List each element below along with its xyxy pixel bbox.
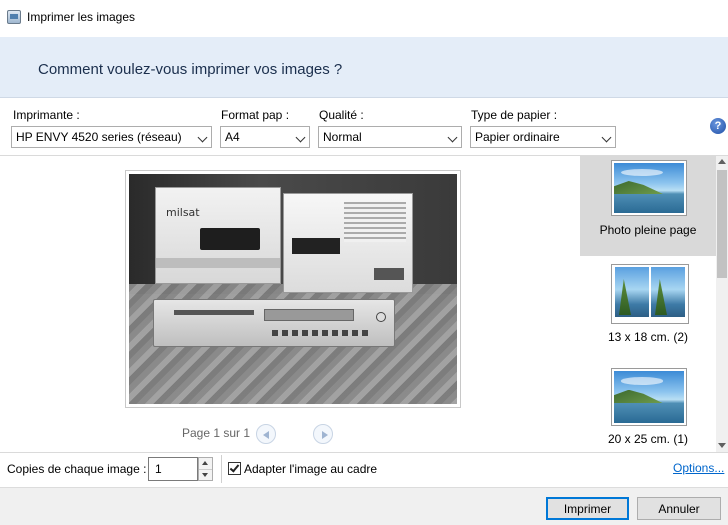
quality-select[interactable]: Normal: [318, 126, 462, 148]
chevron-down-icon: [601, 132, 612, 143]
printer-label: Imprimante :: [13, 108, 80, 122]
help-icon[interactable]: ?: [710, 118, 726, 134]
vcr-slot: [174, 310, 254, 315]
layout-thumbnail: [611, 368, 687, 426]
scroll-up-icon[interactable]: [718, 159, 726, 164]
photo-vcr: [153, 299, 395, 347]
layout-item-13x18[interactable]: 13 x 18 cm. (2): [580, 260, 716, 360]
portrait-thumb: [615, 267, 649, 317]
previous-page-icon: [263, 431, 269, 439]
paper-type-label: Type de papier :: [471, 108, 558, 122]
print-pictures-dialog: Imprimer les images Comment voulez-vous …: [0, 0, 728, 525]
title-bar: Imprimer les images: [0, 0, 728, 36]
paper-type-select-value: Papier ordinaire: [475, 130, 560, 144]
printer-select[interactable]: HP ENVY 4520 series (réseau): [11, 126, 212, 148]
print-preview: milsat: [125, 170, 461, 408]
window-title: Imprimer les images: [27, 10, 136, 24]
chevron-down-icon: [295, 132, 306, 143]
layout-thumbnail: [611, 160, 687, 216]
next-page-icon: [322, 431, 328, 439]
photo-text-block: [344, 202, 406, 242]
landscape-thumb: [614, 371, 684, 423]
print-button[interactable]: Imprimer: [546, 497, 629, 520]
photo-brand-text: milsat: [166, 206, 200, 219]
chevron-down-icon: [447, 132, 458, 143]
vcr-buttons: [272, 330, 368, 336]
header-band: Comment voulez-vous imprimer vos images …: [0, 37, 728, 98]
photo-device-2: [292, 238, 340, 254]
layout-item-full-page[interactable]: Photo pleine page: [580, 156, 716, 256]
layout-thumbnail: [611, 264, 689, 324]
paper-size-select[interactable]: A4: [220, 126, 310, 148]
photo-box-right: [283, 193, 413, 293]
printer-photo-icon: [7, 10, 21, 24]
paper-size-label: Format pap :: [221, 108, 290, 122]
page-title: Comment voulez-vous imprimer vos images …: [38, 61, 343, 78]
paper-type-select[interactable]: Papier ordinaire: [470, 126, 616, 148]
photo-device: [200, 228, 260, 250]
copies-stepper[interactable]: [198, 457, 213, 481]
layout-label: 20 x 25 cm. (1): [607, 432, 689, 446]
printer-select-value: HP ENVY 4520 series (réseau): [16, 130, 182, 144]
layout-label: 13 x 18 cm. (2): [607, 330, 689, 344]
next-page-button[interactable]: [313, 424, 333, 444]
chevron-down-icon: [197, 132, 208, 143]
layout-scrollbar[interactable]: [716, 156, 728, 452]
stepper-down-icon[interactable]: [202, 473, 208, 477]
page-indicator: Page 1 sur 1: [182, 426, 251, 440]
quality-label: Qualité :: [319, 108, 364, 122]
layout-item-20x25[interactable]: 20 x 25 cm. (1): [580, 364, 716, 452]
fit-to-frame-checkbox[interactable]: [228, 462, 241, 475]
fit-to-frame-label[interactable]: Adapter l'image au cadre: [244, 462, 377, 476]
copies-input[interactable]: 1: [148, 457, 198, 481]
cancel-button[interactable]: Annuler: [637, 497, 721, 520]
checkmark-icon: [229, 462, 240, 473]
scroll-thumb[interactable]: [717, 170, 727, 278]
portrait-thumb: [651, 267, 685, 317]
previous-page-button[interactable]: [256, 424, 276, 444]
photo-stripe: [156, 258, 280, 268]
preview-photo: milsat: [129, 174, 457, 404]
photo-logo: [374, 268, 404, 280]
quality-select-value: Normal: [323, 130, 362, 144]
divider: [0, 452, 728, 453]
copies-label: Copies de chaque image :: [7, 462, 147, 476]
layout-label: Photo pleine page: [599, 223, 697, 237]
vcr-display: [264, 309, 354, 321]
options-link[interactable]: Options...: [673, 461, 724, 475]
vcr-knob: [376, 312, 386, 322]
stepper-divider: [199, 469, 212, 470]
paper-size-select-value: A4: [225, 130, 240, 144]
layout-list: Photo pleine page 13 x 18 cm. (2) 20 x 2…: [580, 156, 716, 452]
landscape-thumb: [614, 163, 684, 213]
divider: [221, 455, 222, 483]
stepper-up-icon[interactable]: [202, 461, 208, 465]
scroll-down-icon[interactable]: [718, 443, 726, 448]
photo-box-left: milsat: [155, 187, 281, 284]
